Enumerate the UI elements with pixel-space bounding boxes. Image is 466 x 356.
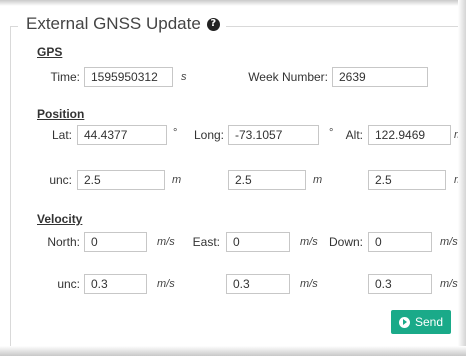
panel-title: External GNSS Update ? (18, 13, 226, 35)
long-label: Long: (193, 128, 224, 142)
gps-heading: GPS (37, 45, 63, 59)
down-unit: m/s (440, 236, 458, 248)
panel-title-text: External GNSS Update (26, 14, 201, 33)
velocity-unc-2-unit: m/s (300, 278, 318, 290)
alt-label: Alt: (345, 128, 363, 142)
velocity-unc-1-input[interactable] (84, 274, 147, 294)
position-unc-label: unc: (49, 173, 72, 187)
north-unit: m/s (157, 236, 175, 248)
top-shadow (0, 0, 466, 6)
velocity-heading: Velocity (37, 212, 83, 226)
help-icon[interactable]: ? (206, 17, 220, 31)
position-unc-2-input[interactable] (228, 170, 306, 190)
position-unc-1-unit: m (172, 174, 182, 186)
play-circle-icon (398, 316, 410, 328)
velocity-unc-2-input[interactable] (226, 274, 290, 294)
send-button[interactable]: Send (391, 310, 451, 334)
time-unit: s (181, 71, 187, 83)
east-unit: m/s (300, 236, 318, 248)
down-input[interactable] (368, 232, 432, 252)
position-unc-3-input[interactable] (368, 170, 446, 190)
week-number-label: Week Number: (248, 70, 328, 84)
velocity-unc-1-unit: m/s (157, 278, 175, 290)
velocity-unc-3-unit: m/s (440, 278, 458, 290)
position-unc-1-input[interactable] (77, 170, 165, 190)
north-input[interactable] (84, 232, 147, 252)
position-unc-2-unit: m (313, 174, 323, 186)
alt-input[interactable] (368, 125, 451, 145)
north-label: North: (47, 235, 80, 249)
right-shadow (458, 0, 466, 356)
east-label: East: (192, 235, 220, 249)
lat-input[interactable] (77, 125, 167, 145)
bottom-shadow (0, 346, 466, 356)
time-input[interactable] (84, 67, 173, 87)
down-label: Down: (328, 235, 363, 249)
lat-unit: ° (173, 127, 178, 139)
long-input[interactable] (228, 125, 319, 145)
east-input[interactable] (226, 232, 290, 252)
send-button-label: Send (414, 315, 444, 329)
velocity-unc-label: unc: (57, 277, 80, 291)
velocity-unc-3-input[interactable] (368, 274, 432, 294)
lat-label: Lat: (51, 128, 72, 142)
position-heading: Position (37, 107, 85, 121)
week-number-input[interactable] (332, 67, 428, 87)
time-label: Time: (50, 70, 80, 84)
